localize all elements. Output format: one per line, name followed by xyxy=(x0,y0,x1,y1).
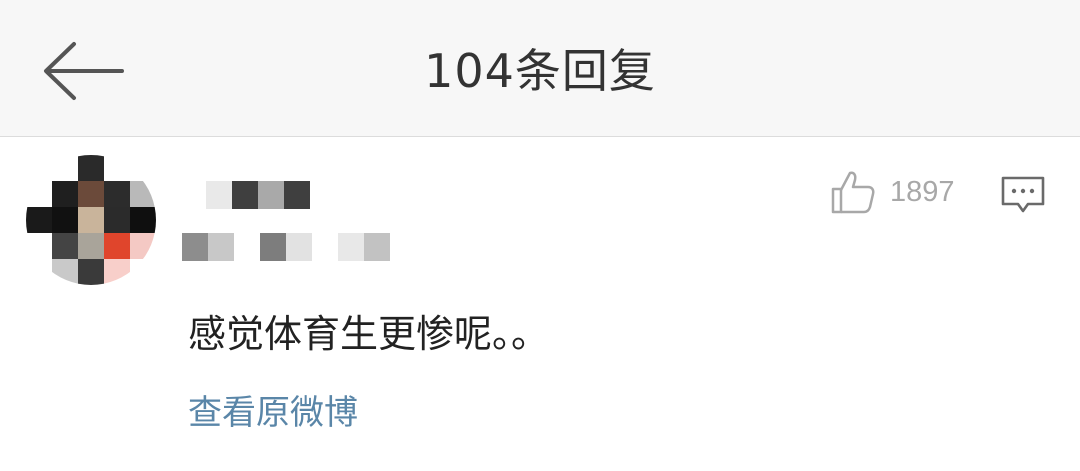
comment-item: 1897 感觉体育生更惨呢。。 查看原微博 xyxy=(0,137,1080,471)
post-meta-blurred xyxy=(182,233,390,261)
avatar[interactable] xyxy=(26,155,156,285)
top-bar: 104条回复 xyxy=(0,0,1080,137)
comment-bubble-icon[interactable] xyxy=(1000,175,1046,215)
view-original-link[interactable]: 查看原微博 xyxy=(188,390,358,436)
like-button[interactable]: 1897 xyxy=(830,167,955,217)
comment-text: 感觉体育生更惨呢。。 xyxy=(188,312,550,356)
thumbs-up-icon xyxy=(831,171,875,214)
username-blurred[interactable] xyxy=(206,181,310,209)
page-title: 104条回复 xyxy=(424,44,656,98)
like-count: 1897 xyxy=(890,175,955,208)
